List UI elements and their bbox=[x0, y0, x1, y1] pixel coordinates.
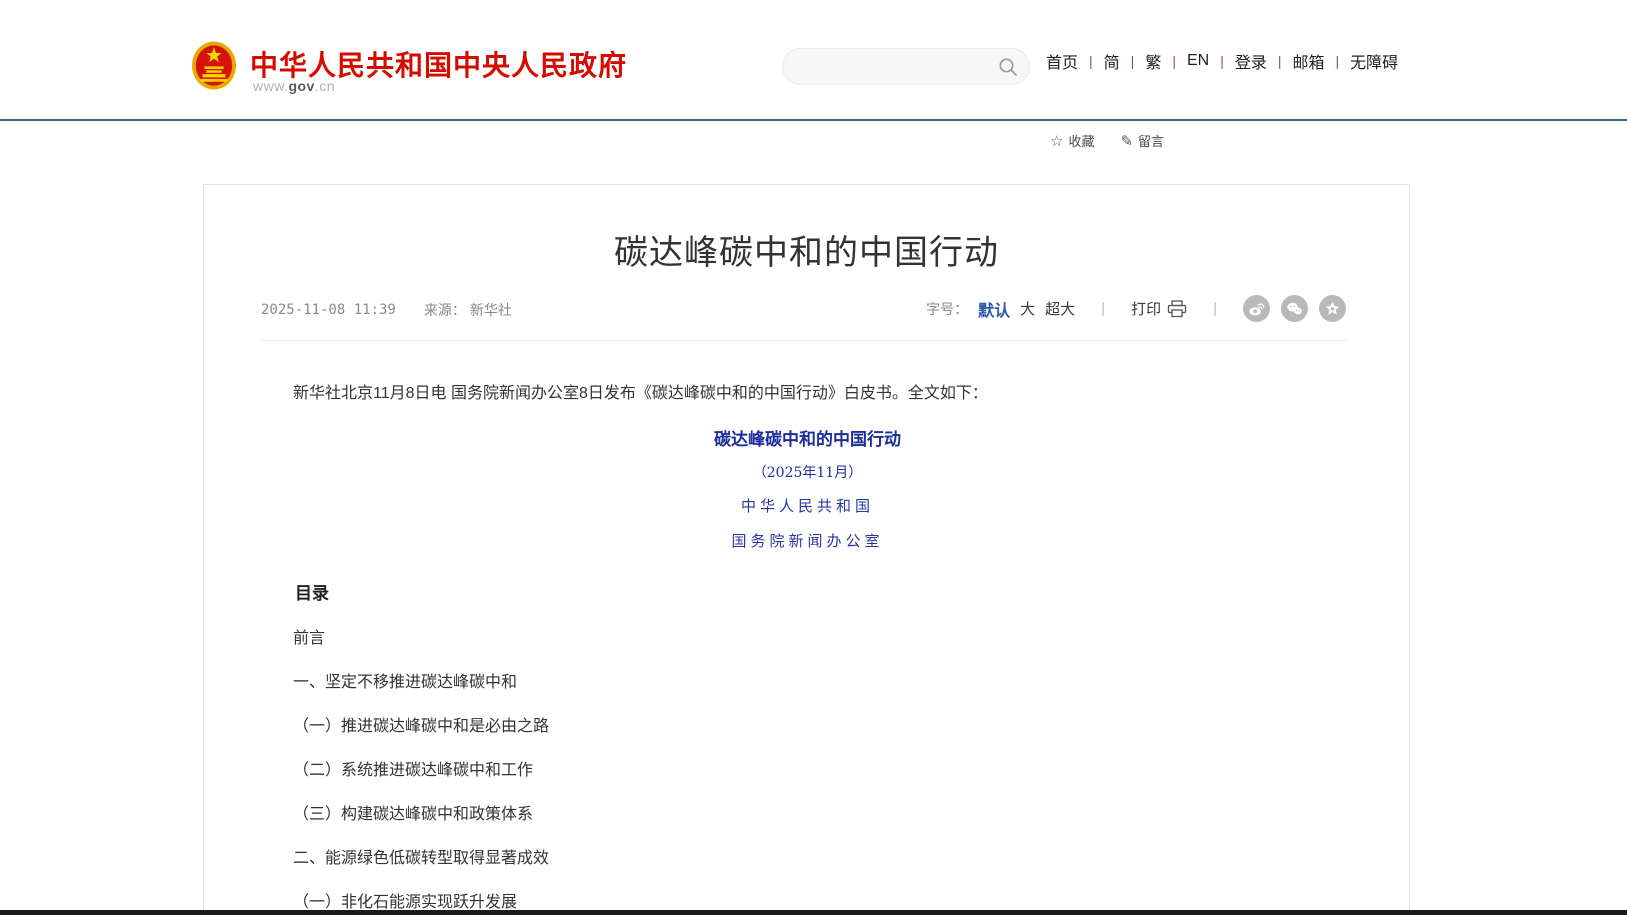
search-box[interactable] bbox=[782, 48, 1030, 85]
comment-label: 留言 bbox=[1138, 131, 1164, 150]
site-url-gov: gov bbox=[288, 78, 314, 94]
toc-item-1-3: （三）构建碳达峰碳中和政策体系 bbox=[261, 806, 1354, 823]
print-button[interactable]: 打印 bbox=[1131, 298, 1187, 319]
nav-separator: | bbox=[1162, 53, 1186, 69]
nav-mail[interactable]: 邮箱 bbox=[1292, 49, 1326, 73]
nav-separator: | bbox=[1121, 53, 1145, 69]
search-icon[interactable] bbox=[997, 56, 1019, 78]
article-meta-right: 字号： 默认 大 超大 | 打印 | bbox=[926, 295, 1346, 322]
nav-login[interactable]: 登录 bbox=[1234, 49, 1268, 73]
site-url[interactable]: www.gov.cn bbox=[253, 78, 335, 94]
source-label: 来源： bbox=[424, 300, 466, 320]
font-size-large-button[interactable]: 大 bbox=[1020, 298, 1035, 319]
doc-author-line-2: 国务院新闻办公室 bbox=[261, 530, 1354, 551]
page: 中华人民共和国中央人民政府 www.gov.cn 首页 | 简 | 繁 | EN… bbox=[0, 0, 1627, 915]
favorite-label: 收藏 bbox=[1068, 131, 1094, 150]
article-date: 2025-11-08 11:39 bbox=[261, 302, 396, 318]
favorite-button[interactable]: ☆ 收藏 bbox=[1050, 131, 1094, 150]
doc-title: 碳达峰碳中和的中国行动 bbox=[261, 425, 1354, 450]
article-meta-row: 2025-11-08 11:39 来源： 新华社 字号： 默认 大 超大 | 打… bbox=[261, 295, 1354, 325]
weibo-share-icon[interactable] bbox=[1243, 295, 1270, 322]
font-size-label: 字号： bbox=[926, 299, 968, 319]
page-tools: ☆ 收藏 ✎ 留言 bbox=[1050, 131, 1190, 150]
article-card: 碳达峰碳中和的中国行动 2025-11-08 11:39 来源： 新华社 字号：… bbox=[203, 184, 1410, 915]
printer-icon bbox=[1167, 300, 1187, 318]
print-label: 打印 bbox=[1131, 298, 1161, 319]
doc-author-line-1: 中华人民共和国 bbox=[261, 495, 1354, 516]
nav-english[interactable]: EN bbox=[1186, 52, 1210, 70]
toc-item-2-1: （一）非化石能源实现跃升发展 bbox=[261, 894, 1354, 911]
nav-home[interactable]: 首页 bbox=[1045, 49, 1079, 73]
top-nav: 首页 | 简 | 繁 | EN | 登录 | 邮箱 | 无障碍 bbox=[1045, 0, 1399, 121]
meta-divider bbox=[261, 340, 1347, 341]
site-url-www: www. bbox=[253, 78, 288, 94]
nav-separator: | bbox=[1079, 53, 1103, 69]
toc-item-preface: 前言 bbox=[261, 630, 1354, 647]
site-header: 中华人民共和国中央人民政府 www.gov.cn 首页 | 简 | 繁 | EN… bbox=[0, 0, 1627, 121]
toc-heading: 目录 bbox=[261, 579, 1354, 604]
star-share-icon[interactable] bbox=[1319, 295, 1346, 322]
share-group bbox=[1243, 295, 1346, 322]
nav-separator: | bbox=[1268, 53, 1292, 69]
font-size-xlarge-button[interactable]: 超大 bbox=[1045, 298, 1075, 319]
toc-item-1-1: （一）推进碳达峰碳中和是必由之路 bbox=[261, 718, 1354, 735]
site-url-cn: .cn bbox=[315, 78, 335, 94]
search-input[interactable] bbox=[799, 58, 997, 76]
source-value[interactable]: 新华社 bbox=[470, 300, 512, 320]
nav-simplified[interactable]: 简 bbox=[1103, 49, 1121, 73]
viewport-bottom-edge bbox=[0, 910, 1627, 915]
nav-separator: | bbox=[1326, 53, 1350, 69]
national-emblem-icon bbox=[191, 40, 237, 91]
nav-accessibility[interactable]: 无障碍 bbox=[1349, 49, 1399, 73]
article-title: 碳达峰碳中和的中国行动 bbox=[204, 225, 1409, 274]
article-body: 新华社北京11月8日电 国务院新闻办公室8日发布《碳达峰碳中和的中国行动》白皮书… bbox=[261, 381, 1354, 915]
pencil-icon: ✎ bbox=[1120, 132, 1133, 150]
lead-paragraph: 新华社北京11月8日电 国务院新闻办公室8日发布《碳达峰碳中和的中国行动》白皮书… bbox=[261, 381, 1354, 407]
star-icon: ☆ bbox=[1050, 132, 1063, 150]
meta-separator: | bbox=[1101, 300, 1105, 317]
article-meta-left: 2025-11-08 11:39 来源： 新华社 bbox=[261, 300, 512, 320]
toc-item-2: 二、能源绿色低碳转型取得显著成效 bbox=[261, 850, 1354, 867]
toc-item-1-2: （二）系统推进碳达峰碳中和工作 bbox=[261, 762, 1354, 779]
toc-item-1: 一、坚定不移推进碳达峰碳中和 bbox=[261, 674, 1354, 691]
comment-button[interactable]: ✎ 留言 bbox=[1120, 131, 1164, 150]
nav-separator: | bbox=[1210, 53, 1234, 69]
nav-traditional[interactable]: 繁 bbox=[1144, 49, 1162, 73]
meta-separator: | bbox=[1213, 300, 1217, 317]
font-size-default-button[interactable]: 默认 bbox=[978, 297, 1010, 321]
wechat-share-icon[interactable] bbox=[1281, 295, 1308, 322]
doc-date: （2025年11月） bbox=[261, 462, 1354, 482]
